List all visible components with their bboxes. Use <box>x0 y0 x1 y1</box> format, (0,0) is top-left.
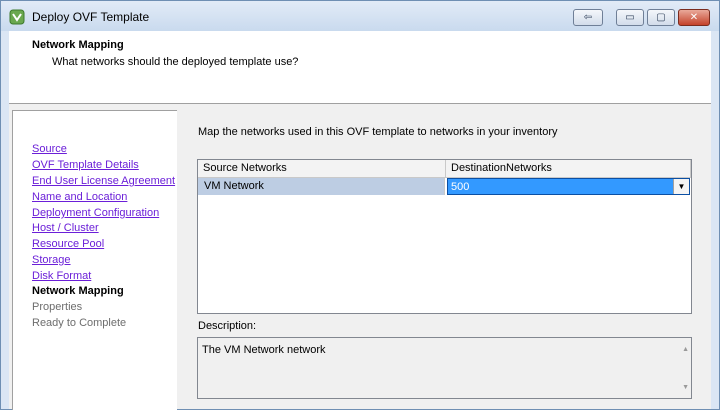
minimize-button[interactable]: ▭ <box>616 9 644 26</box>
table-row[interactable]: VM Network 500 ▼ <box>198 178 691 195</box>
window-title: Deploy OVF Template <box>32 10 150 24</box>
step-disk-format[interactable]: Disk Format <box>32 270 91 282</box>
step-deployment-configuration[interactable]: Deployment Configuration <box>32 207 159 219</box>
wizard-steps-nav: Source OVF Template Details End User Lic… <box>12 110 177 410</box>
maximize-icon: ▢ <box>656 12 666 23</box>
vsphere-logo-icon <box>9 9 25 25</box>
scroll-down-icon[interactable]: ▼ <box>682 384 689 391</box>
minimize-icon: ▭ <box>625 12 635 23</box>
source-network-cell[interactable]: VM Network <box>198 178 445 195</box>
title-bar: Deploy OVF Template ⇦ ▭ ▢ ✕ <box>1 1 719 31</box>
page-subtitle: What networks should the deployed templa… <box>52 56 299 68</box>
wizard-header: Network Mapping What networks should the… <box>9 31 711 104</box>
step-eula[interactable]: End User License Agreement <box>32 175 175 187</box>
page-title: Network Mapping <box>32 39 124 51</box>
column-destination-networks[interactable]: DestinationNetworks <box>446 160 691 177</box>
column-source-networks[interactable]: Source Networks <box>198 160 446 177</box>
description-box: The VM Network network ▲ ▼ <box>197 337 692 399</box>
maximize-button[interactable]: ▢ <box>647 9 675 26</box>
description-label: Description: <box>198 320 257 332</box>
destination-network-value: 500 <box>451 181 470 193</box>
dropdown-arrow-icon[interactable]: ▼ <box>673 179 689 194</box>
destination-network-dropdown[interactable]: 500 ▼ <box>447 178 690 195</box>
scroll-up-icon[interactable]: ▲ <box>682 346 689 353</box>
step-name-and-location[interactable]: Name and Location <box>32 191 127 203</box>
step-ovf-template-details[interactable]: OVF Template Details <box>32 159 139 171</box>
close-button[interactable]: ✕ <box>678 9 710 26</box>
step-ready-to-complete: Ready to Complete <box>32 317 127 329</box>
mapping-instruction: Map the networks used in this OVF templa… <box>198 126 558 138</box>
close-icon: ✕ <box>689 12 699 23</box>
help-button[interactable]: ⇦ <box>573 9 603 26</box>
step-network-mapping: Network Mapping <box>32 285 124 297</box>
step-resource-pool[interactable]: Resource Pool <box>32 238 104 250</box>
back-arrow-icon: ⇦ <box>583 12 593 23</box>
step-source[interactable]: Source <box>32 143 67 155</box>
step-storage[interactable]: Storage <box>32 254 71 266</box>
description-text: The VM Network network <box>202 344 326 356</box>
step-properties: Properties <box>32 301 83 313</box>
network-mapping-grid[interactable]: Source Networks DestinationNetworks VM N… <box>197 159 692 314</box>
dialog-content: Network Mapping What networks should the… <box>9 31 711 410</box>
deploy-ovf-window: Deploy OVF Template ⇦ ▭ ▢ ✕ Network Mapp… <box>0 0 720 410</box>
grid-header: Source Networks DestinationNetworks <box>198 160 691 178</box>
step-host-cluster[interactable]: Host / Cluster <box>32 222 99 234</box>
